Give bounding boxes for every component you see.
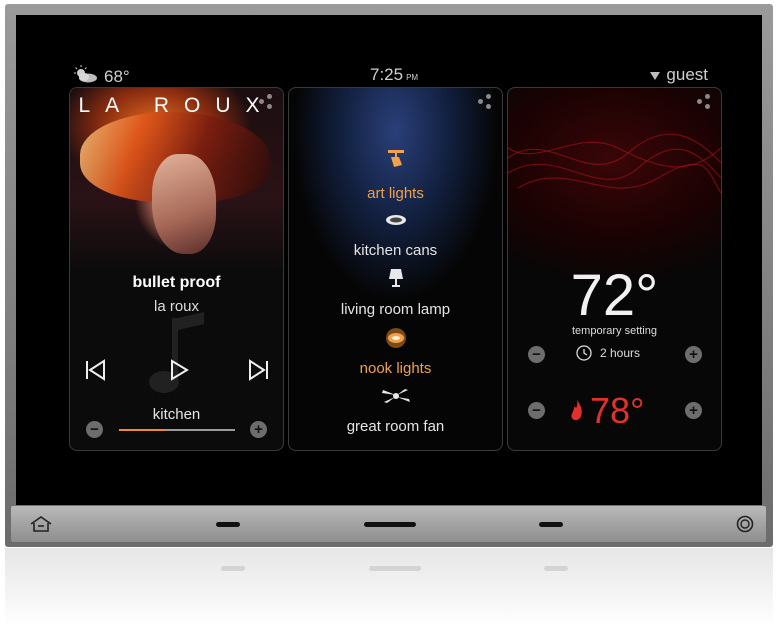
album-art-face [152, 154, 216, 254]
hold-duration: 2 hours [576, 345, 640, 361]
user-name: guest [666, 65, 708, 84]
volume-down-button[interactable]: − [86, 421, 103, 438]
clock: 7:25 PM [370, 65, 418, 85]
setpoint-decrease-button[interactable]: − [528, 402, 545, 419]
light-label: kitchen cans [353, 242, 438, 259]
outdoor-temperature: 68° [104, 66, 130, 86]
status-bar: 68° 7:25 PM guest [16, 65, 762, 87]
card-menu-icon[interactable] [259, 94, 275, 110]
lights-card[interactable]: art lights kitchen cans living room lamp… [288, 87, 503, 451]
music-card[interactable]: LA ROUX bullet proof la roux kitchen − + [69, 87, 284, 451]
hardware-button-bar [11, 506, 766, 542]
light-label: living room lamp [340, 301, 451, 318]
previous-track-icon[interactable] [83, 358, 107, 382]
current-temperature: 72° [570, 263, 659, 328]
volume-fill [119, 429, 166, 431]
recessed-light-icon [289, 213, 502, 235]
home-icon[interactable] [29, 515, 53, 533]
duration-increase-button[interactable]: + [685, 346, 702, 363]
light-label: great room fan [346, 418, 445, 435]
power-icon[interactable] [736, 515, 754, 533]
duration-decrease-button[interactable]: − [528, 346, 545, 363]
hardware-button-right[interactable] [539, 522, 563, 527]
play-icon[interactable] [167, 358, 191, 382]
dropdown-triangle-icon [650, 72, 661, 80]
light-nook-lights[interactable]: nook lights [289, 360, 502, 377]
time-text: 7:25 [370, 65, 404, 84]
setpoint-increase-button[interactable]: + [685, 402, 702, 419]
temporary-setting-label: temporary setting [572, 325, 657, 337]
spotlight-icon [289, 148, 502, 170]
light-great-room-fan[interactable]: great room fan [289, 418, 502, 435]
hardware-button-left[interactable] [216, 522, 240, 527]
light-kitchen-cans[interactable]: kitchen cans [289, 242, 502, 259]
reflection-pill [369, 566, 421, 571]
climate-card[interactable]: 72° temporary setting − 2 hours + − 78° … [507, 87, 722, 451]
light-art-lights[interactable]: art lights [289, 185, 502, 202]
weather-widget[interactable]: 68° [72, 65, 130, 88]
setpoint-text: 78° [590, 390, 645, 431]
flame-icon [571, 400, 582, 421]
card-menu-icon[interactable] [697, 94, 713, 110]
song-title: bullet proof [132, 274, 221, 291]
card-menu-icon[interactable] [478, 94, 494, 110]
duration-text: 2 hours [600, 346, 641, 360]
next-track-icon[interactable] [247, 358, 271, 382]
ceiling-light-icon [289, 328, 502, 350]
heat-setpoint: 78° [570, 390, 644, 432]
reflection-pill [221, 566, 245, 571]
device-reflection [5, 548, 773, 641]
device-frame: 68° 7:25 PM guest LA ROUX bullet proof la… [5, 4, 773, 547]
music-note-icon [149, 312, 204, 393]
user-menu[interactable]: guest [650, 65, 708, 85]
hardware-button-center[interactable] [364, 522, 416, 527]
touch-screen: 68° 7:25 PM guest LA ROUX bullet proof la… [16, 15, 762, 505]
reflection-pill [544, 566, 568, 571]
volume-up-button[interactable]: + [250, 421, 267, 438]
light-living-room-lamp[interactable]: living room lamp [289, 301, 502, 318]
playback-room[interactable]: kitchen [70, 406, 283, 423]
lamp-icon [289, 268, 502, 290]
heat-waves-graphic [508, 133, 721, 194]
fan-icon [289, 388, 502, 410]
clock-icon [576, 345, 592, 361]
light-label: nook lights [359, 360, 432, 377]
artist-logo: LA ROUX [78, 94, 275, 117]
volume-slider[interactable] [119, 429, 235, 431]
ampm-text: PM [406, 73, 419, 82]
partly-cloudy-icon [72, 65, 98, 88]
light-label: art lights [367, 185, 424, 202]
